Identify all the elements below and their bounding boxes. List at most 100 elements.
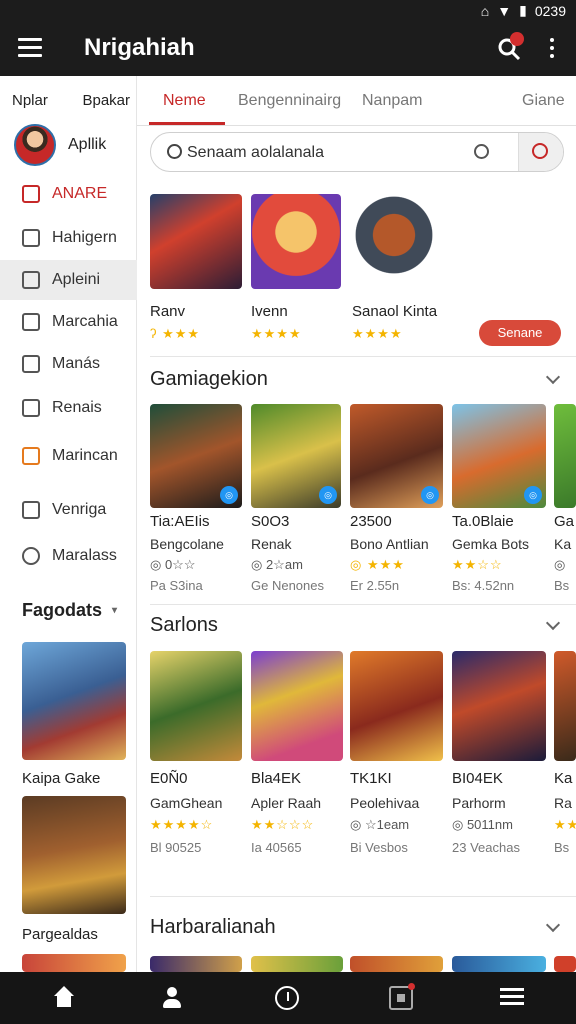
profile[interactable]: Apllik bbox=[14, 124, 106, 166]
sidebar-item-manas[interactable]: Manás bbox=[0, 344, 137, 384]
game-thumb[interactable]: ◎ bbox=[251, 404, 341, 508]
active-tab-indicator bbox=[149, 122, 225, 125]
tab-bengenninairg[interactable]: Bengenninairg bbox=[238, 92, 341, 110]
sidebar-item-label: Hahigern bbox=[52, 229, 117, 246]
game-thumb[interactable] bbox=[452, 956, 546, 972]
sidebar-game-label: Pargealdas bbox=[22, 926, 98, 943]
game-name: 23500 bbox=[350, 513, 392, 530]
game-meta: Ia 40565 bbox=[251, 840, 302, 855]
clock-icon[interactable] bbox=[275, 986, 299, 1010]
game-name: TK1KI bbox=[350, 770, 392, 787]
tab-neme[interactable]: Neme bbox=[163, 92, 206, 110]
sidebar-game-card[interactable] bbox=[22, 796, 126, 914]
game-thumb[interactable] bbox=[554, 651, 576, 761]
chevron-down-icon[interactable] bbox=[545, 615, 561, 631]
sidebar: Nplar Bpakar Apllik ANARE Hahigern Aplei… bbox=[0, 76, 137, 972]
sidebar-item-renais[interactable]: Renais bbox=[0, 388, 137, 428]
folder-icon bbox=[22, 229, 40, 247]
chat-icon bbox=[22, 271, 40, 289]
game-subtitle: Bengcolane bbox=[150, 536, 224, 552]
voice-search-button[interactable] bbox=[519, 133, 563, 171]
search-input[interactable]: Senaam aolalanala bbox=[150, 132, 564, 172]
sidebar-item-apleini[interactable]: Apleini bbox=[0, 260, 137, 300]
game-rating: ◎ ★★★ bbox=[350, 557, 405, 572]
game-thumb[interactable] bbox=[150, 651, 242, 761]
tab-giane[interactable]: Giane bbox=[522, 92, 565, 110]
profile-name: Apllik bbox=[68, 136, 107, 153]
featured-thumb[interactable] bbox=[251, 194, 341, 289]
game-thumb[interactable]: ◎ bbox=[150, 404, 242, 508]
game-subtitle: Peolehivaa bbox=[350, 795, 420, 811]
game-meta: 23 Veachas bbox=[452, 840, 520, 855]
featured-name: Ranv bbox=[150, 303, 186, 320]
sidebar-item-marincan[interactable]: Marincan bbox=[0, 436, 137, 476]
status-bar: ⌂ ▼ ▮ 0239 bbox=[0, 0, 576, 22]
game-thumb[interactable] bbox=[350, 956, 443, 972]
menu-icon[interactable] bbox=[18, 38, 42, 58]
featured-rating: ★★★★ bbox=[251, 326, 302, 341]
badge-icon: ◎ bbox=[220, 486, 238, 504]
sidebar-item-marcahia[interactable]: Marcahia bbox=[0, 302, 137, 342]
search-submit-icon[interactable] bbox=[474, 144, 489, 159]
sidebar-game-card[interactable] bbox=[22, 642, 126, 760]
game-subtitle: Ra bbox=[554, 795, 572, 811]
section-title: Harbaralianah bbox=[150, 916, 276, 938]
game-rating: ★★☆☆☆ bbox=[251, 817, 315, 832]
sidebar-game-card[interactable] bbox=[22, 954, 126, 972]
sidebar-item-label: Maralass bbox=[52, 547, 117, 564]
list-icon[interactable] bbox=[500, 984, 524, 1008]
sidebar-game-label: Kaipa Gake bbox=[22, 770, 101, 787]
game-subtitle: Gemka Bots bbox=[452, 536, 530, 552]
divider bbox=[150, 896, 576, 897]
sidebar-item-anare[interactable]: ANARE bbox=[0, 174, 137, 214]
game-thumb[interactable] bbox=[554, 956, 576, 972]
chevron-down-icon[interactable] bbox=[545, 917, 561, 933]
game-thumb[interactable]: ◎ bbox=[350, 404, 443, 508]
game-subtitle: Renak bbox=[251, 536, 292, 552]
sidebar-item-label: Marincan bbox=[52, 447, 118, 464]
notification-badge bbox=[510, 32, 524, 46]
sidebar-heading-label: Fagodats bbox=[22, 600, 103, 620]
section-title: Sarlons bbox=[150, 614, 218, 636]
tab-nanpam[interactable]: Nanpam bbox=[362, 92, 422, 110]
chevron-down-icon[interactable] bbox=[545, 369, 561, 385]
game-name: E0Ñ0 bbox=[150, 770, 188, 787]
game-thumb[interactable] bbox=[251, 651, 343, 761]
sidebar-item-label: ANARE bbox=[52, 185, 108, 202]
game-thumb[interactable] bbox=[251, 956, 343, 972]
game-thumb[interactable]: ◎ bbox=[452, 404, 546, 508]
game-thumb[interactable] bbox=[350, 651, 443, 761]
game-meta: Er 2.55n bbox=[350, 578, 400, 593]
game-thumb[interactable] bbox=[554, 404, 576, 508]
divider bbox=[150, 604, 576, 605]
person-icon[interactable] bbox=[160, 986, 184, 1010]
sidebar-item-hahigern[interactable]: Hahigern bbox=[0, 218, 137, 258]
sidebar-item-label: Venriga bbox=[52, 501, 107, 518]
game-name: Ga bbox=[554, 513, 575, 530]
badge-icon: ◎ bbox=[524, 486, 542, 504]
chart-icon bbox=[22, 313, 40, 331]
game-meta: Bs bbox=[554, 578, 570, 593]
featured-thumb[interactable] bbox=[352, 190, 436, 290]
sidebar-section-heading[interactable]: Fagodats ▾ bbox=[22, 600, 117, 621]
game-name: S0O3 bbox=[251, 513, 290, 530]
game-meta: Ge Nenones bbox=[251, 578, 324, 593]
battery-icon: ▮ bbox=[519, 2, 527, 18]
sidebar-item-label: Manás bbox=[52, 355, 101, 372]
featured-action-button[interactable]: Senane bbox=[479, 320, 561, 346]
overflow-menu-icon[interactable] bbox=[550, 38, 556, 60]
sidebar-item-venriga[interactable]: Venriga bbox=[0, 490, 137, 530]
sidebar-item-label: Marcahia bbox=[52, 313, 118, 330]
avatar[interactable] bbox=[14, 124, 56, 166]
bottom-nav bbox=[0, 972, 576, 1024]
game-name: Tia:AEIis bbox=[150, 513, 210, 530]
game-meta: Bs bbox=[554, 840, 570, 855]
sidebar-item-maralass[interactable]: Maralass bbox=[0, 536, 137, 576]
home-icon[interactable] bbox=[52, 986, 76, 1010]
game-thumb[interactable] bbox=[150, 956, 242, 972]
game-subtitle: Bono Antlian bbox=[350, 536, 429, 552]
game-thumb[interactable] bbox=[452, 651, 546, 761]
notification-icon: ⌂ bbox=[480, 2, 490, 19]
featured-thumb[interactable] bbox=[150, 194, 242, 289]
calendar-icon bbox=[22, 355, 40, 373]
